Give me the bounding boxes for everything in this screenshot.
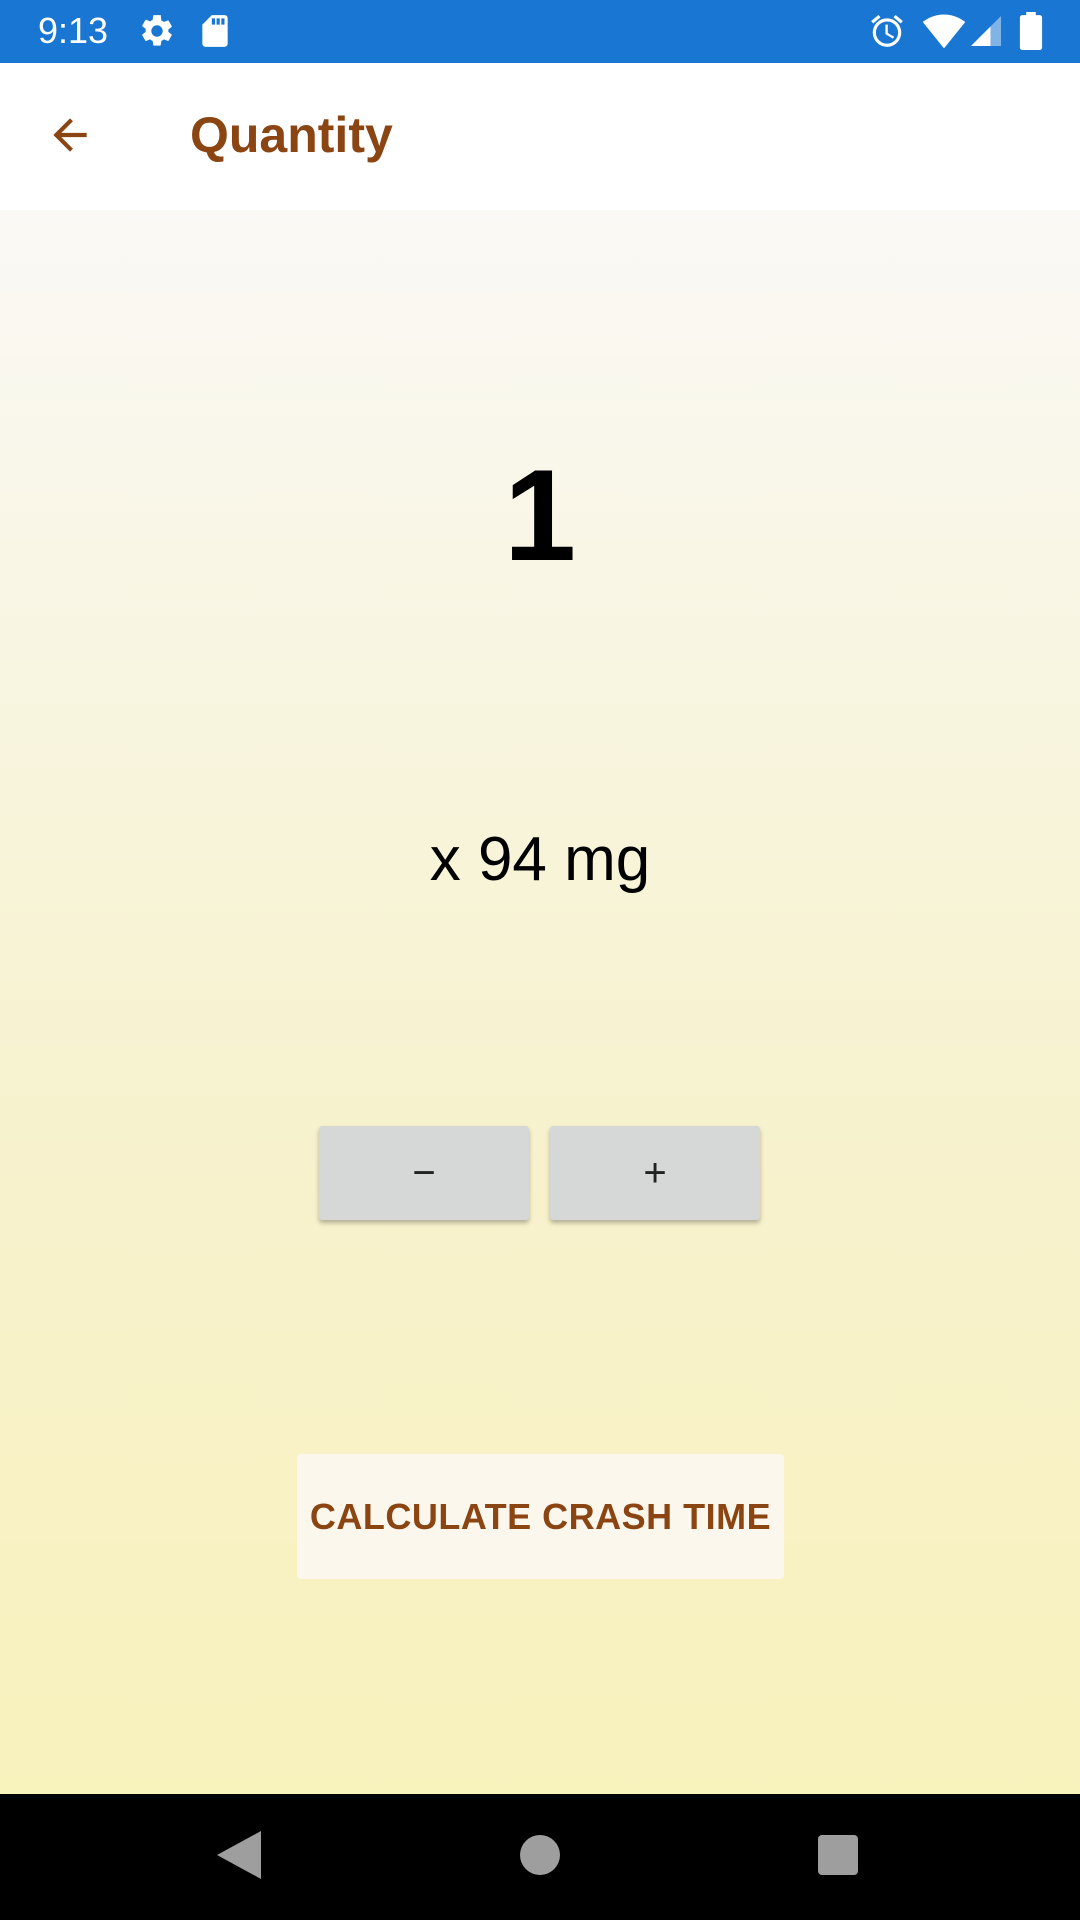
decrement-button[interactable]: − bbox=[319, 1126, 529, 1220]
increment-button[interactable]: + bbox=[550, 1126, 760, 1220]
status-bar: 9:13 bbox=[0, 0, 1080, 63]
sd-card-icon bbox=[196, 12, 234, 50]
screen: 9:13 Quantity 1 x 94 mg − + CALCULATE CR… bbox=[0, 0, 1080, 1920]
back-triangle-icon bbox=[217, 1830, 261, 1884]
nav-back-button[interactable] bbox=[206, 1824, 272, 1890]
quantity-value: 1 bbox=[503, 442, 577, 588]
battery-icon bbox=[1018, 12, 1044, 50]
nav-home-button[interactable] bbox=[507, 1824, 573, 1890]
signal-icon bbox=[968, 12, 1004, 50]
home-circle-icon bbox=[520, 1834, 560, 1880]
calculate-button-label: CALCULATE CRASH TIME bbox=[309, 1495, 772, 1537]
wifi-icon bbox=[922, 12, 966, 50]
status-time: 9:13 bbox=[38, 10, 109, 51]
minus-label: − bbox=[412, 1150, 436, 1195]
nav-recents-button[interactable] bbox=[805, 1824, 871, 1890]
plus-label: + bbox=[643, 1150, 667, 1195]
alarm-icon bbox=[868, 12, 906, 50]
calculate-crash-time-button[interactable]: CALCULATE CRASH TIME bbox=[297, 1454, 784, 1579]
settings-icon bbox=[138, 12, 176, 50]
navigation-bar bbox=[0, 1794, 1080, 1920]
page-title: Quantity bbox=[190, 107, 393, 163]
back-button[interactable] bbox=[34, 101, 106, 173]
dose-unit-label: x 94 mg bbox=[429, 825, 651, 894]
arrow-back-icon bbox=[45, 110, 95, 165]
app-bar: Quantity bbox=[0, 63, 1080, 210]
main-content: 1 x 94 mg − + CALCULATE CRASH TIME bbox=[0, 210, 1080, 1794]
recents-square-icon bbox=[818, 1834, 858, 1880]
